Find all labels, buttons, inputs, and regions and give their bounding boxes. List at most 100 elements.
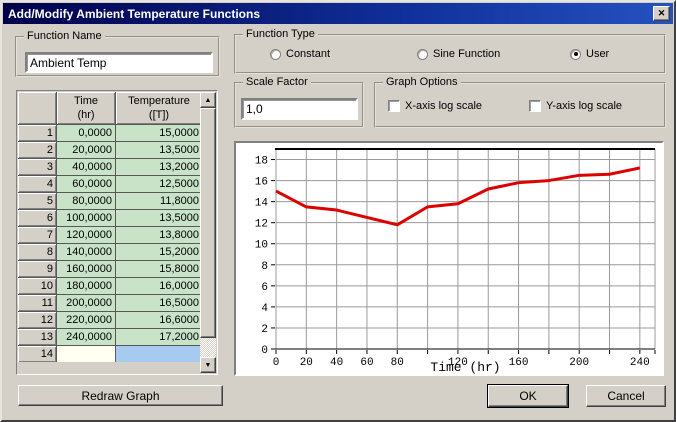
time-cell[interactable]: 160,0000: [57, 261, 115, 277]
function-type-label: Function Type: [243, 28, 318, 40]
radio-user-label: User: [586, 48, 610, 60]
time-cell[interactable]: 40,0000: [57, 159, 115, 175]
title-bar[interactable]: Add/Modify Ambient Temperature Functions…: [3, 3, 673, 24]
row-number-cell[interactable]: 10: [18, 278, 56, 294]
time-cell[interactable]: 200,0000: [57, 295, 115, 311]
column-header-temperature: Temperature ([T]): [116, 92, 202, 124]
svg-text:6: 6: [261, 282, 268, 294]
svg-text:16: 16: [255, 177, 268, 189]
time-cell[interactable]: 0,0000: [57, 125, 115, 141]
time-cell[interactable]: 120,0000: [57, 227, 115, 243]
time-cell[interactable]: 220,0000: [57, 312, 115, 328]
radio-sine-function-icon[interactable]: [417, 48, 428, 60]
time-cell[interactable]: 140,0000: [57, 244, 115, 260]
checkbox-x-axis-log-icon[interactable]: [388, 100, 400, 112]
scrollbar-thumb[interactable]: [200, 108, 216, 338]
table-scrollbar[interactable]: ▲ ▼: [200, 92, 216, 373]
time-cell[interactable]: [57, 346, 115, 362]
temperature-cell[interactable]: 16,6000: [116, 312, 202, 328]
time-cell[interactable]: 80,0000: [57, 193, 115, 209]
svg-text:80: 80: [391, 357, 404, 369]
svg-text:12: 12: [255, 219, 268, 231]
data-table: Time (hr) Temperature ([T]) 1 0,0000 15,00…: [16, 90, 218, 375]
column-header-time: Time (hr): [57, 92, 115, 124]
svg-text:20: 20: [300, 357, 313, 369]
close-icon: ✕: [657, 8, 666, 18]
function-type-group: Function Type Constant Sine Function Use…: [234, 28, 666, 74]
graph-panel: 0 20 40 60 80 120 160 200 240 0 2 4 6 8 10 12 14 16 18 Time…: [234, 141, 664, 376]
temperature-cell[interactable]: 16,5000: [116, 295, 202, 311]
svg-text:0: 0: [273, 357, 280, 369]
svg-text:14: 14: [255, 198, 269, 210]
function-name-group: Function Name Ambient Temp: [15, 30, 220, 77]
time-cell[interactable]: 240,0000: [57, 329, 115, 345]
checkbox-x-axis-log-label: X-axis log scale: [405, 100, 483, 112]
temperature-cell[interactable]: 15,2000: [116, 244, 202, 260]
row-number-cell[interactable]: 1: [18, 125, 56, 141]
row-number-cell[interactable]: 7: [18, 227, 56, 243]
temperature-cell[interactable]: 15,0000: [116, 125, 202, 141]
svg-text:10: 10: [255, 240, 268, 252]
column-header-temperature-line1: Temperature: [128, 95, 190, 107]
svg-text:0: 0: [261, 345, 268, 357]
dialog-add-modify-ambient-temperature-functions: Add/Modify Ambient Temperature Functions…: [0, 0, 676, 422]
temperature-cell[interactable]: [116, 346, 202, 362]
temperature-cell[interactable]: 15,8000: [116, 261, 202, 277]
row-number-cell[interactable]: 5: [18, 193, 56, 209]
svg-text:18: 18: [255, 156, 268, 168]
row-number-cell[interactable]: 12: [18, 312, 56, 328]
scale-factor-input[interactable]: 1,0: [241, 98, 358, 120]
row-number-cell[interactable]: 9: [18, 261, 56, 277]
ok-button[interactable]: OK: [488, 385, 568, 407]
table-corner-cell: [18, 92, 56, 124]
radio-sine-function-label: Sine Function: [433, 48, 501, 60]
radio-constant-label: Constant: [286, 48, 331, 60]
scroll-up-icon: ▲: [204, 96, 212, 104]
row-number-cell[interactable]: 4: [18, 176, 56, 192]
radio-user-icon[interactable]: [570, 48, 581, 60]
redraw-graph-button[interactable]: Redraw Graph: [18, 385, 223, 406]
radio-option-constant[interactable]: Constant: [270, 48, 330, 60]
temperature-chart: 0 20 40 60 80 120 160 200 240024681012141618Time…: [255, 148, 656, 375]
time-cell[interactable]: 60,0000: [57, 176, 115, 192]
scroll-down-icon: ▼: [204, 361, 212, 369]
temperature-cell[interactable]: 17,2000: [116, 329, 202, 345]
checkbox-option-y-axis-log[interactable]: Y-axis log scale: [529, 100, 622, 112]
time-cell[interactable]: 100,0000: [57, 210, 115, 226]
row-number-cell[interactable]: 13: [18, 329, 56, 345]
scrollbar-up-button[interactable]: ▲: [200, 92, 216, 108]
temperature-cell[interactable]: 12,5000: [116, 176, 202, 192]
row-number-cell[interactable]: 14: [18, 346, 56, 362]
close-button[interactable]: ✕: [653, 6, 670, 21]
svg-text:160: 160: [509, 357, 529, 369]
row-number-cell[interactable]: 6: [18, 210, 56, 226]
column-header-time-line1: Time: [73, 95, 99, 107]
radio-constant-icon[interactable]: [270, 48, 281, 60]
temperature-cell[interactable]: 13,2000: [116, 159, 202, 175]
graph-options-group: Graph Options X-axis log scale Y-axis lo…: [374, 76, 666, 128]
temperature-cell[interactable]: 11,8000: [116, 193, 202, 209]
row-number-cell[interactable]: 11: [18, 295, 56, 311]
row-number-cell[interactable]: 8: [18, 244, 56, 260]
temperature-cell[interactable]: 13,5000: [116, 142, 202, 158]
radio-option-user[interactable]: User: [570, 48, 609, 60]
function-name-input[interactable]: Ambient Temp: [25, 52, 213, 73]
temperature-cell[interactable]: 13,8000: [116, 227, 202, 243]
scale-factor-group: Scale Factor 1,0: [234, 76, 364, 128]
time-cell[interactable]: 20,0000: [57, 142, 115, 158]
cancel-button[interactable]: Cancel: [586, 385, 666, 407]
row-number-cell[interactable]: 3: [18, 159, 56, 175]
svg-text:4: 4: [261, 303, 268, 315]
scrollbar-down-button[interactable]: ▼: [200, 357, 216, 373]
row-number-cell[interactable]: 2: [18, 142, 56, 158]
temperature-cell[interactable]: 13,5000: [116, 210, 202, 226]
checkbox-y-axis-log-icon[interactable]: [529, 100, 541, 112]
function-name-label: Function Name: [24, 30, 105, 42]
svg-text:8: 8: [261, 261, 268, 273]
temperature-cell[interactable]: 16,0000: [116, 278, 202, 294]
column-header-time-line2: (hr): [77, 109, 95, 121]
radio-option-sine-function[interactable]: Sine Function: [417, 48, 500, 60]
time-cell[interactable]: 180,0000: [57, 278, 115, 294]
svg-text:200: 200: [569, 357, 589, 369]
checkbox-option-x-axis-log[interactable]: X-axis log scale: [388, 100, 482, 112]
